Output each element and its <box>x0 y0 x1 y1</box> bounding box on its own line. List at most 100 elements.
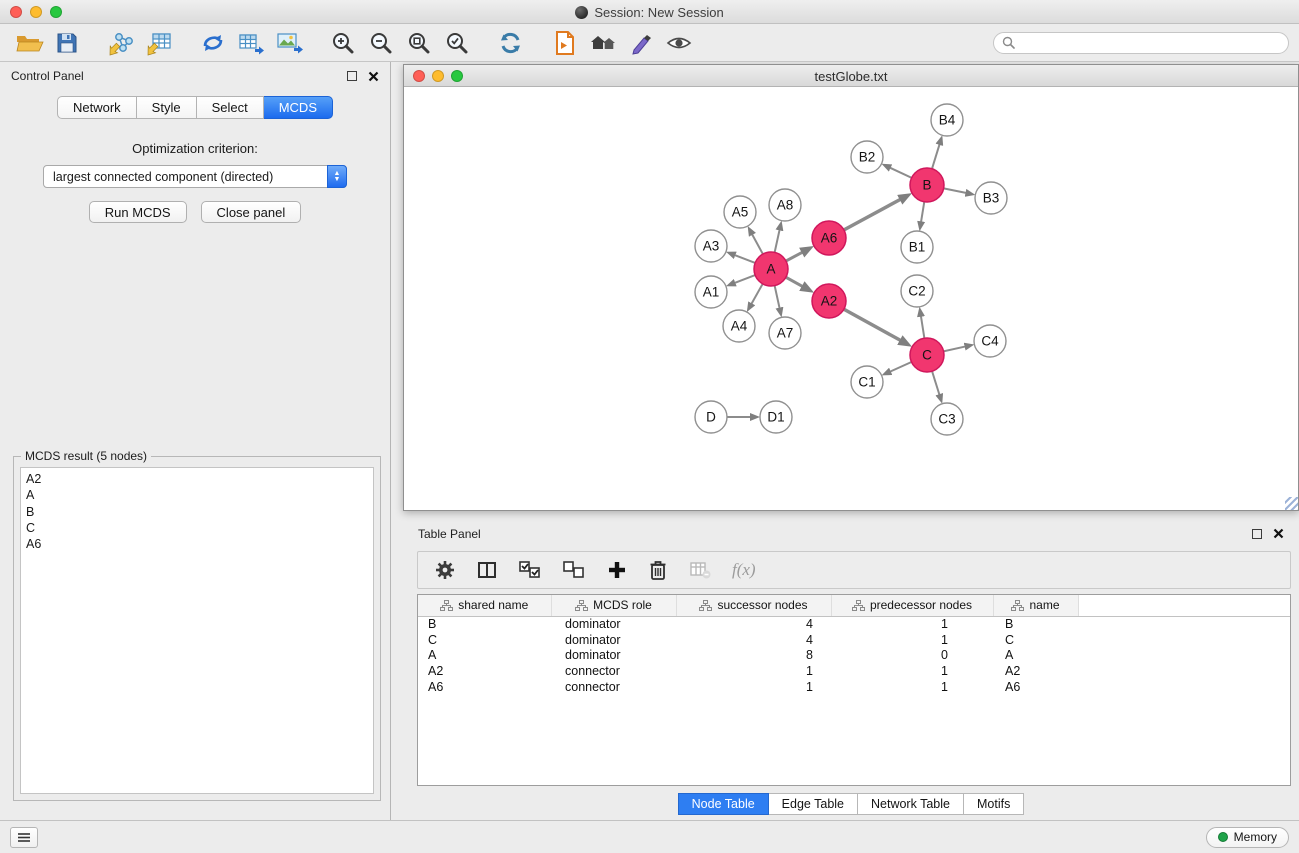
show-details-button[interactable] <box>660 27 698 59</box>
tab-select[interactable]: Select <box>197 96 264 119</box>
table-cell[interactable]: B <box>993 616 1078 632</box>
table-cell[interactable]: A2 <box>418 663 551 679</box>
control-panel-title: Control Panel <box>11 69 84 83</box>
table-cell[interactable]: A6 <box>993 679 1078 695</box>
search-input[interactable] <box>1020 36 1280 50</box>
deselect-all-icon <box>562 559 586 581</box>
table-cell[interactable]: connector <box>551 663 676 679</box>
table-row[interactable]: A dominator 8 0 A <box>418 647 1290 663</box>
deselect-all-button[interactable] <box>562 555 586 585</box>
search-box[interactable] <box>993 32 1289 54</box>
table-cell[interactable]: C <box>418 632 551 648</box>
network-canvas[interactable]: B4B2BB3A5A8A6A3B1AA1C2A2A4A7C4CC1C3DD1 <box>404 87 1298 510</box>
export-table-button[interactable] <box>232 27 270 59</box>
table-cell[interactable]: A6 <box>418 679 551 695</box>
table-row[interactable]: B dominator 4 1 B <box>418 616 1290 632</box>
table-cell[interactable]: 1 <box>676 663 831 679</box>
column-header-shared-name[interactable]: shared name <box>418 595 551 616</box>
import-table-button[interactable] <box>140 27 178 59</box>
add-row-button[interactable] <box>606 555 628 585</box>
table-cell[interactable]: dominator <box>551 647 676 663</box>
table-cell[interactable]: B <box>418 616 551 632</box>
first-neighbors-button[interactable] <box>584 27 622 59</box>
tab-motifs[interactable]: Motifs <box>964 793 1024 815</box>
float-table-panel-icon[interactable] <box>1252 529 1262 539</box>
zoom-selected-button[interactable] <box>438 27 476 59</box>
close-table-panel-icon[interactable] <box>1273 528 1284 539</box>
table-cell[interactable]: 4 <box>676 632 831 648</box>
column-header-predecessor-nodes[interactable]: predecessor nodes <box>831 595 993 616</box>
zoom-out-button[interactable] <box>362 27 400 59</box>
mcds-result-item[interactable]: A <box>26 487 368 503</box>
network-graph[interactable]: B4B2BB3A5A8A6A3B1AA1C2A2A4A7C4CC1C3DD1 <box>404 87 1298 510</box>
table-cell[interactable]: dominator <box>551 616 676 632</box>
table-row[interactable]: A2 connector 1 1 A2 <box>418 663 1290 679</box>
window-resize-grip[interactable] <box>1285 497 1298 510</box>
select-all-button[interactable] <box>518 555 542 585</box>
apply-layout-button[interactable] <box>492 27 530 59</box>
table-row[interactable]: C dominator 4 1 C <box>418 632 1290 648</box>
tab-network-table[interactable]: Network Table <box>858 793 964 815</box>
table-cell[interactable]: 8 <box>676 647 831 663</box>
mcds-result-item[interactable]: B <box>26 504 368 520</box>
close-panel-button[interactable]: Close panel <box>201 201 302 223</box>
mcds-result-item[interactable]: A2 <box>26 471 368 487</box>
column-header-mcds-role[interactable]: MCDS role <box>551 595 676 616</box>
table-cell[interactable]: 0 <box>831 647 993 663</box>
table-cell[interactable]: 4 <box>676 616 831 632</box>
zoom-fit-button[interactable] <box>400 27 438 59</box>
tab-style[interactable]: Style <box>137 96 197 119</box>
import-network-button[interactable] <box>102 27 140 59</box>
export-network-button[interactable] <box>194 27 232 59</box>
mcds-result-list[interactable]: A2 A B C A6 <box>20 467 374 794</box>
table-cell[interactable]: A2 <box>993 663 1078 679</box>
table-cell[interactable]: 1 <box>676 679 831 695</box>
table-cell[interactable]: 1 <box>831 679 993 695</box>
graph-node-label: B2 <box>859 150 876 165</box>
column-header-successor-nodes[interactable]: successor nodes <box>676 595 831 616</box>
node-table[interactable]: shared name MCDS role successor nodes pr… <box>417 594 1291 786</box>
export-image-button[interactable] <box>270 27 308 59</box>
open-session-button[interactable] <box>10 27 48 59</box>
column-settings-button[interactable] <box>434 555 456 585</box>
function-builder-button[interactable]: f(x) <box>732 555 756 585</box>
tab-edge-table[interactable]: Edge Table <box>769 793 858 815</box>
tab-node-table[interactable]: Node Table <box>678 793 769 815</box>
optimization-criterion-value: largest connected component (directed) <box>53 170 273 184</box>
mcds-result-item[interactable]: C <box>26 520 368 536</box>
column-header-name[interactable]: name <box>993 595 1078 616</box>
show-columns-button[interactable] <box>476 555 498 585</box>
mcds-result-groupbox: MCDS result (5 nodes) A2 A B C A6 <box>13 456 381 801</box>
graph-node-label: C4 <box>981 334 999 349</box>
close-panel-icon[interactable] <box>368 71 379 82</box>
table-cell[interactable]: 1 <box>831 616 993 632</box>
table-row[interactable]: A6 connector 1 1 A6 <box>418 679 1290 695</box>
export-document-button[interactable] <box>546 27 584 59</box>
network-window-titlebar[interactable]: testGlobe.txt <box>404 65 1298 87</box>
mcds-result-item[interactable]: A6 <box>26 536 368 552</box>
eye-icon <box>665 30 693 56</box>
table-cell[interactable]: connector <box>551 679 676 695</box>
tab-mcds[interactable]: MCDS <box>264 96 333 119</box>
window-title-area: Session: New Session <box>0 0 1299 24</box>
table-cell[interactable]: A <box>993 647 1078 663</box>
table-panel-header: Table Panel <box>403 521 1299 546</box>
zoom-in-button[interactable] <box>324 27 362 59</box>
table-cell[interactable]: dominator <box>551 632 676 648</box>
tab-network[interactable]: Network <box>57 96 137 119</box>
run-mcds-button[interactable]: Run MCDS <box>89 201 187 223</box>
table-cell[interactable]: 1 <box>831 632 993 648</box>
graph-node-label: B <box>922 178 931 193</box>
table-cell[interactable]: 1 <box>831 663 993 679</box>
delete-rows-button[interactable] <box>648 555 668 585</box>
save-session-button[interactable] <box>48 27 86 59</box>
open-folder-icon <box>14 30 44 56</box>
annotation-button[interactable] <box>622 27 660 59</box>
status-menu-button[interactable] <box>10 827 38 848</box>
memory-button[interactable]: Memory <box>1206 827 1289 848</box>
optimization-criterion-select[interactable]: largest connected component (directed) ▲… <box>43 165 347 188</box>
document-export-icon <box>552 29 578 57</box>
table-cell[interactable]: A <box>418 647 551 663</box>
table-cell[interactable]: C <box>993 632 1078 648</box>
float-panel-icon[interactable] <box>347 71 357 81</box>
